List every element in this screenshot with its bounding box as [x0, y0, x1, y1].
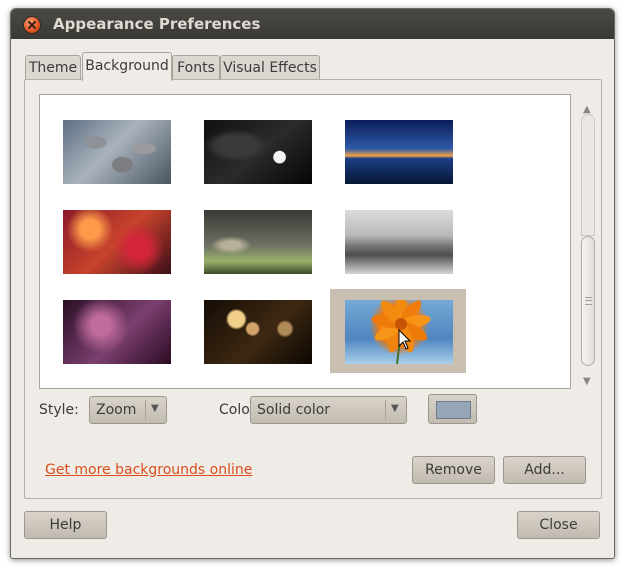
- chevron-down-icon: ▼: [391, 403, 399, 414]
- close-window-icon[interactable]: [23, 16, 41, 34]
- chevron-down-icon: ▼: [151, 403, 159, 414]
- help-button[interactable]: Help: [24, 511, 107, 539]
- grip-icon: [585, 297, 592, 305]
- style-label: Style:: [39, 402, 79, 418]
- tab-theme[interactable]: Theme: [25, 55, 81, 80]
- color-picker-button[interactable]: [428, 394, 477, 424]
- wallpaper-purple-bokeh[interactable]: [63, 300, 171, 364]
- appearance-preferences-window: Appearance Preferences Theme Background …: [10, 8, 615, 559]
- wallpaper-blurred-grass[interactable]: [204, 210, 312, 274]
- background-tab-panel: ▲ ▼ Style: Zoom ▼ Colors: Solid color ▼ …: [24, 79, 602, 499]
- wallpaper-red-bokeh[interactable]: [63, 210, 171, 274]
- tab-visual-effects[interactable]: Visual Effects: [220, 55, 320, 80]
- colors-value: Solid color: [257, 402, 331, 418]
- add-button[interactable]: Add...: [503, 456, 586, 484]
- scrollbar-trough[interactable]: [581, 114, 595, 236]
- combo-divider: [385, 400, 386, 420]
- get-more-backgrounds-link[interactable]: Get more backgrounds online: [45, 462, 252, 478]
- tab-fonts[interactable]: Fonts: [172, 55, 220, 80]
- wallpaper-pier-sunset[interactable]: [345, 120, 453, 184]
- close-button[interactable]: Close: [517, 511, 600, 539]
- combo-divider: [145, 400, 146, 420]
- scroll-down-arrow-icon[interactable]: ▼: [583, 376, 591, 387]
- wallpaper-golden-bokeh[interactable]: [204, 300, 312, 364]
- title-bar: Appearance Preferences: [11, 9, 614, 39]
- colors-combo[interactable]: Solid color ▼: [250, 396, 407, 424]
- scrollbar-thumb[interactable]: [581, 236, 595, 366]
- wallpaper-white-flower[interactable]: [204, 120, 312, 184]
- window-title: Appearance Preferences: [53, 15, 261, 33]
- mouse-pointer-icon: [398, 329, 412, 350]
- remove-button[interactable]: Remove: [412, 456, 495, 484]
- style-value: Zoom: [96, 402, 137, 418]
- wallpaper-gallery: [39, 94, 571, 389]
- style-combo[interactable]: Zoom ▼: [89, 396, 167, 424]
- wallpaper-pebbles[interactable]: [63, 120, 171, 184]
- tab-background[interactable]: Background: [82, 52, 172, 81]
- wallpaper-glass-of-water[interactable]: [345, 210, 453, 274]
- color-swatch: [436, 401, 471, 419]
